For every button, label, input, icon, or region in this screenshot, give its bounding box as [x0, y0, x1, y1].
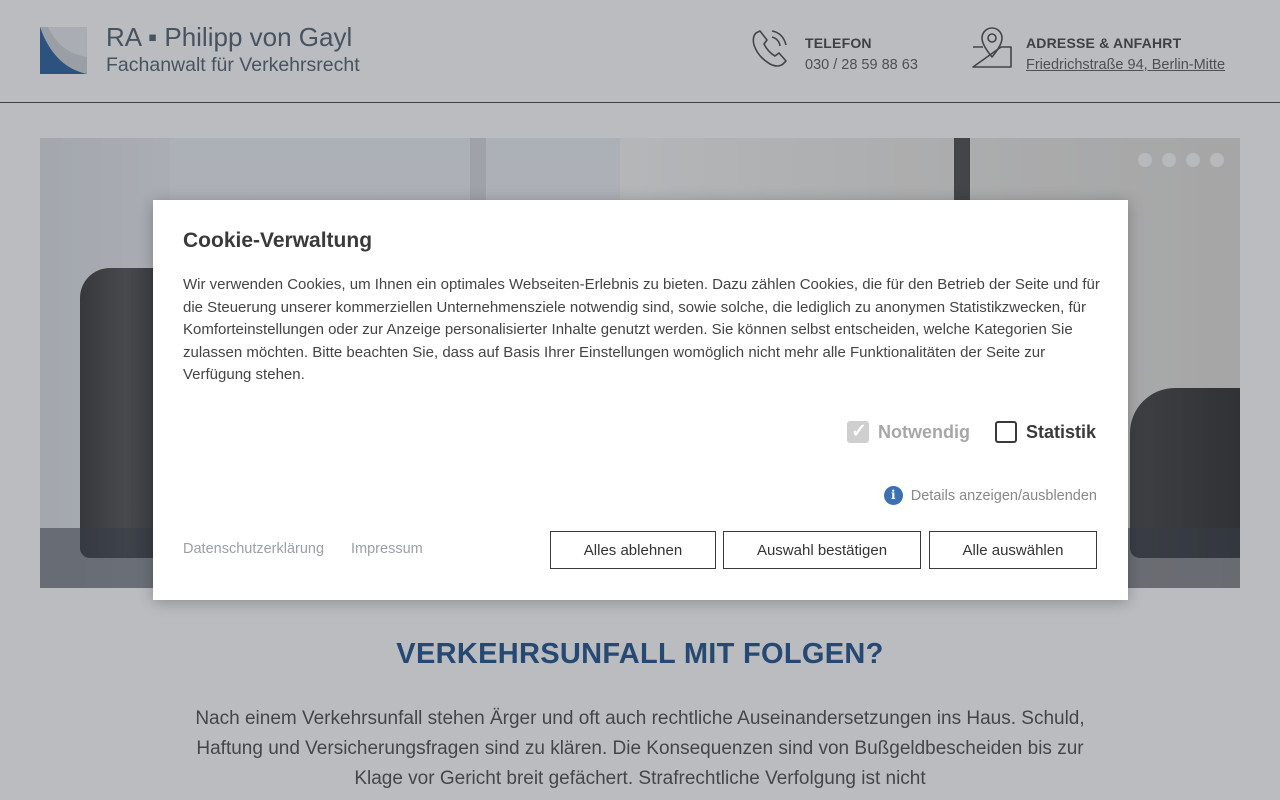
privacy-policy-link[interactable]: Datenschutzerklärung — [183, 541, 324, 557]
option-necessary: Notwendig — [847, 420, 970, 443]
accept-all-button[interactable]: Alle auswählen — [929, 531, 1097, 569]
cookie-dialog-title: Cookie-Verwaltung — [183, 229, 373, 252]
imprint-link[interactable]: Impressum — [351, 541, 423, 557]
details-toggle-label[interactable]: Details anzeigen/ausblenden — [911, 488, 1097, 504]
cookie-dialog-text: Wir verwenden Cookies, um Ihnen ein opti… — [183, 276, 1100, 384]
cookie-dialog: Cookie-Verwaltung Wir verwenden Cookies,… — [153, 200, 1128, 600]
info-icon: i — [883, 486, 903, 505]
details-toggle[interactable]: i Details anzeigen/ausblenden — [883, 486, 1097, 505]
necessary-label: Notwendig — [878, 421, 970, 442]
statistics-checkbox[interactable] — [995, 421, 1017, 443]
option-statistics[interactable]: Statistik — [995, 421, 1096, 443]
confirm-selection-button[interactable]: Auswahl bestätigen — [723, 531, 921, 569]
necessary-checkbox — [847, 420, 869, 443]
statistics-label[interactable]: Statistik — [1026, 422, 1096, 443]
reject-all-button[interactable]: Alles ablehnen — [550, 531, 716, 569]
